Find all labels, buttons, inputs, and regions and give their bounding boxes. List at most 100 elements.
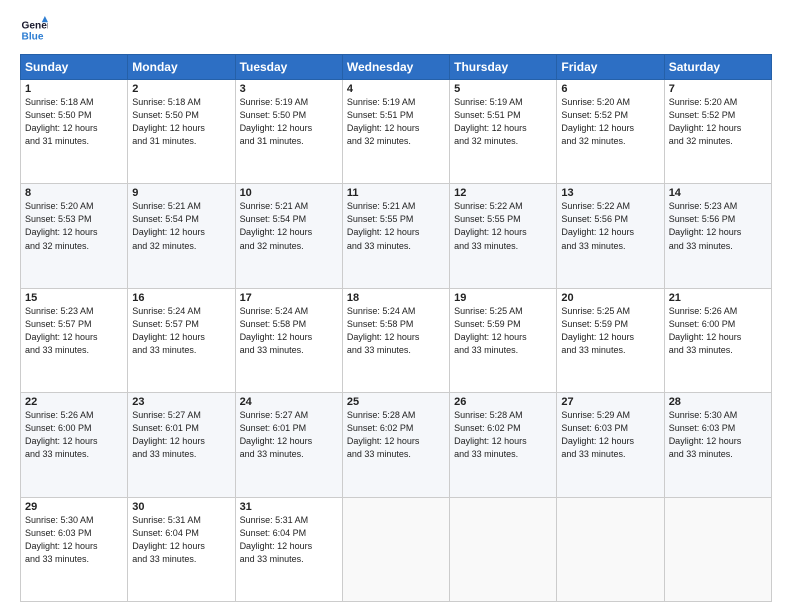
calendar-cell: 29Sunrise: 5:30 AMSunset: 6:03 PMDayligh… — [21, 497, 128, 601]
calendar-cell: 25Sunrise: 5:28 AMSunset: 6:02 PMDayligh… — [342, 393, 449, 497]
calendar-cell: 2Sunrise: 5:18 AMSunset: 5:50 PMDaylight… — [128, 80, 235, 184]
calendar-cell: 18Sunrise: 5:24 AMSunset: 5:58 PMDayligh… — [342, 288, 449, 392]
calendar-cell — [664, 497, 771, 601]
day-number: 17 — [240, 292, 338, 304]
calendar-cell: 12Sunrise: 5:22 AMSunset: 5:55 PMDayligh… — [450, 184, 557, 288]
day-info: Sunrise: 5:21 AMSunset: 5:54 PMDaylight:… — [240, 200, 338, 252]
day-number: 4 — [347, 83, 445, 95]
day-info: Sunrise: 5:27 AMSunset: 6:01 PMDaylight:… — [132, 409, 230, 461]
day-number: 15 — [25, 292, 123, 304]
calendar-cell: 10Sunrise: 5:21 AMSunset: 5:54 PMDayligh… — [235, 184, 342, 288]
day-number: 27 — [561, 396, 659, 408]
day-number: 2 — [132, 83, 230, 95]
weekday-header-thursday: Thursday — [450, 55, 557, 80]
day-info: Sunrise: 5:26 AMSunset: 6:00 PMDaylight:… — [25, 409, 123, 461]
calendar-cell: 30Sunrise: 5:31 AMSunset: 6:04 PMDayligh… — [128, 497, 235, 601]
calendar-cell — [450, 497, 557, 601]
day-number: 25 — [347, 396, 445, 408]
day-info: Sunrise: 5:26 AMSunset: 6:00 PMDaylight:… — [669, 305, 767, 357]
day-info: Sunrise: 5:28 AMSunset: 6:02 PMDaylight:… — [454, 409, 552, 461]
day-number: 14 — [669, 187, 767, 199]
day-info: Sunrise: 5:22 AMSunset: 5:56 PMDaylight:… — [561, 200, 659, 252]
day-number: 31 — [240, 501, 338, 513]
day-number: 30 — [132, 501, 230, 513]
day-info: Sunrise: 5:24 AMSunset: 5:58 PMDaylight:… — [240, 305, 338, 357]
day-number: 13 — [561, 187, 659, 199]
calendar-cell: 7Sunrise: 5:20 AMSunset: 5:52 PMDaylight… — [664, 80, 771, 184]
day-number: 23 — [132, 396, 230, 408]
calendar-week-3: 15Sunrise: 5:23 AMSunset: 5:57 PMDayligh… — [21, 288, 772, 392]
day-info: Sunrise: 5:19 AMSunset: 5:50 PMDaylight:… — [240, 96, 338, 148]
day-number: 5 — [454, 83, 552, 95]
day-info: Sunrise: 5:23 AMSunset: 5:56 PMDaylight:… — [669, 200, 767, 252]
day-number: 8 — [25, 187, 123, 199]
weekday-header-wednesday: Wednesday — [342, 55, 449, 80]
day-number: 19 — [454, 292, 552, 304]
calendar-cell: 3Sunrise: 5:19 AMSunset: 5:50 PMDaylight… — [235, 80, 342, 184]
calendar-cell: 11Sunrise: 5:21 AMSunset: 5:55 PMDayligh… — [342, 184, 449, 288]
day-info: Sunrise: 5:31 AMSunset: 6:04 PMDaylight:… — [132, 514, 230, 566]
day-info: Sunrise: 5:18 AMSunset: 5:50 PMDaylight:… — [132, 96, 230, 148]
calendar-cell: 20Sunrise: 5:25 AMSunset: 5:59 PMDayligh… — [557, 288, 664, 392]
day-number: 22 — [25, 396, 123, 408]
day-info: Sunrise: 5:30 AMSunset: 6:03 PMDaylight:… — [25, 514, 123, 566]
day-number: 10 — [240, 187, 338, 199]
calendar-cell: 22Sunrise: 5:26 AMSunset: 6:00 PMDayligh… — [21, 393, 128, 497]
day-info: Sunrise: 5:28 AMSunset: 6:02 PMDaylight:… — [347, 409, 445, 461]
calendar-cell: 26Sunrise: 5:28 AMSunset: 6:02 PMDayligh… — [450, 393, 557, 497]
calendar-cell: 14Sunrise: 5:23 AMSunset: 5:56 PMDayligh… — [664, 184, 771, 288]
day-info: Sunrise: 5:19 AMSunset: 5:51 PMDaylight:… — [347, 96, 445, 148]
calendar-cell: 16Sunrise: 5:24 AMSunset: 5:57 PMDayligh… — [128, 288, 235, 392]
calendar-cell: 15Sunrise: 5:23 AMSunset: 5:57 PMDayligh… — [21, 288, 128, 392]
day-info: Sunrise: 5:30 AMSunset: 6:03 PMDaylight:… — [669, 409, 767, 461]
day-info: Sunrise: 5:25 AMSunset: 5:59 PMDaylight:… — [561, 305, 659, 357]
calendar-cell — [557, 497, 664, 601]
day-number: 1 — [25, 83, 123, 95]
day-number: 24 — [240, 396, 338, 408]
day-info: Sunrise: 5:19 AMSunset: 5:51 PMDaylight:… — [454, 96, 552, 148]
calendar-week-5: 29Sunrise: 5:30 AMSunset: 6:03 PMDayligh… — [21, 497, 772, 601]
day-info: Sunrise: 5:27 AMSunset: 6:01 PMDaylight:… — [240, 409, 338, 461]
calendar-cell: 24Sunrise: 5:27 AMSunset: 6:01 PMDayligh… — [235, 393, 342, 497]
calendar-table: SundayMondayTuesdayWednesdayThursdayFrid… — [20, 54, 772, 602]
calendar-week-2: 8Sunrise: 5:20 AMSunset: 5:53 PMDaylight… — [21, 184, 772, 288]
day-info: Sunrise: 5:18 AMSunset: 5:50 PMDaylight:… — [25, 96, 123, 148]
day-info: Sunrise: 5:23 AMSunset: 5:57 PMDaylight:… — [25, 305, 123, 357]
calendar-cell: 17Sunrise: 5:24 AMSunset: 5:58 PMDayligh… — [235, 288, 342, 392]
calendar-cell: 31Sunrise: 5:31 AMSunset: 6:04 PMDayligh… — [235, 497, 342, 601]
calendar-cell: 6Sunrise: 5:20 AMSunset: 5:52 PMDaylight… — [557, 80, 664, 184]
logo-icon: General Blue — [20, 16, 48, 44]
calendar-week-4: 22Sunrise: 5:26 AMSunset: 6:00 PMDayligh… — [21, 393, 772, 497]
calendar-cell: 19Sunrise: 5:25 AMSunset: 5:59 PMDayligh… — [450, 288, 557, 392]
day-number: 18 — [347, 292, 445, 304]
day-info: Sunrise: 5:21 AMSunset: 5:55 PMDaylight:… — [347, 200, 445, 252]
calendar-cell: 9Sunrise: 5:21 AMSunset: 5:54 PMDaylight… — [128, 184, 235, 288]
header: General Blue — [20, 16, 772, 44]
calendar-cell: 21Sunrise: 5:26 AMSunset: 6:00 PMDayligh… — [664, 288, 771, 392]
day-info: Sunrise: 5:31 AMSunset: 6:04 PMDaylight:… — [240, 514, 338, 566]
calendar-cell: 13Sunrise: 5:22 AMSunset: 5:56 PMDayligh… — [557, 184, 664, 288]
logo: General Blue — [20, 16, 52, 44]
svg-text:Blue: Blue — [22, 31, 44, 42]
day-info: Sunrise: 5:20 AMSunset: 5:53 PMDaylight:… — [25, 200, 123, 252]
day-info: Sunrise: 5:21 AMSunset: 5:54 PMDaylight:… — [132, 200, 230, 252]
day-number: 26 — [454, 396, 552, 408]
calendar-cell: 1Sunrise: 5:18 AMSunset: 5:50 PMDaylight… — [21, 80, 128, 184]
weekday-header-tuesday: Tuesday — [235, 55, 342, 80]
day-info: Sunrise: 5:22 AMSunset: 5:55 PMDaylight:… — [454, 200, 552, 252]
day-info: Sunrise: 5:25 AMSunset: 5:59 PMDaylight:… — [454, 305, 552, 357]
calendar-cell: 4Sunrise: 5:19 AMSunset: 5:51 PMDaylight… — [342, 80, 449, 184]
day-number: 3 — [240, 83, 338, 95]
day-info: Sunrise: 5:24 AMSunset: 5:58 PMDaylight:… — [347, 305, 445, 357]
day-info: Sunrise: 5:20 AMSunset: 5:52 PMDaylight:… — [561, 96, 659, 148]
weekday-header-sunday: Sunday — [21, 55, 128, 80]
day-number: 9 — [132, 187, 230, 199]
day-info: Sunrise: 5:20 AMSunset: 5:52 PMDaylight:… — [669, 96, 767, 148]
calendar-cell: 5Sunrise: 5:19 AMSunset: 5:51 PMDaylight… — [450, 80, 557, 184]
weekday-header-saturday: Saturday — [664, 55, 771, 80]
day-number: 16 — [132, 292, 230, 304]
day-number: 29 — [25, 501, 123, 513]
day-number: 28 — [669, 396, 767, 408]
day-number: 20 — [561, 292, 659, 304]
day-info: Sunrise: 5:29 AMSunset: 6:03 PMDaylight:… — [561, 409, 659, 461]
